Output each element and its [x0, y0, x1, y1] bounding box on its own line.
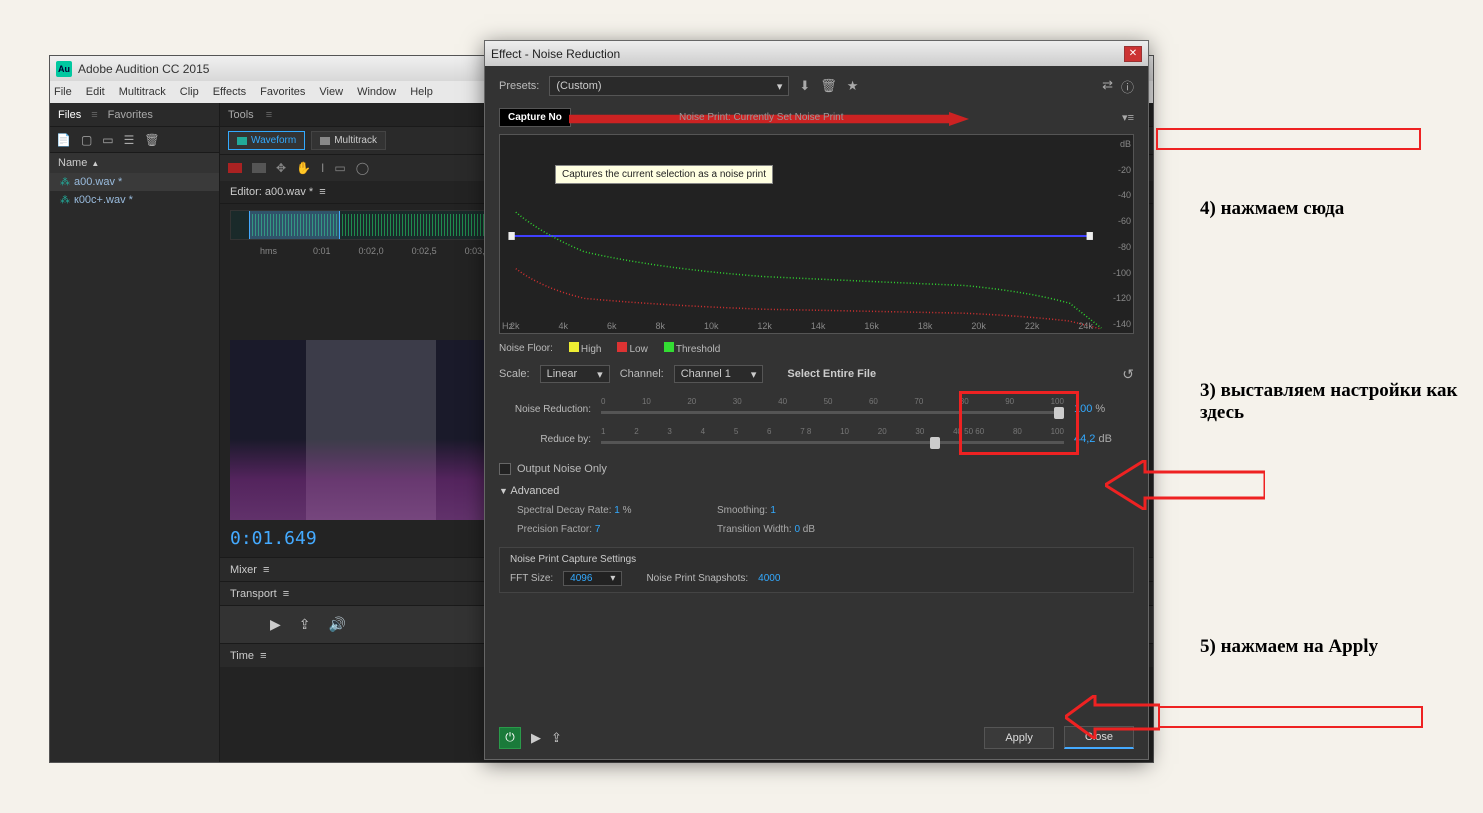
save-preset-icon[interactable]: ⬇ [799, 78, 810, 94]
menu-edit[interactable]: Edit [86, 86, 105, 98]
output-noise-only-checkbox[interactable] [499, 463, 511, 475]
hand-tool-icon[interactable]: ✋ [296, 161, 311, 175]
time-panel-label[interactable]: Time [230, 650, 254, 662]
menu-favorites[interactable]: Favorites [260, 86, 305, 98]
chevron-down-icon: ▾ [751, 368, 757, 381]
chevron-down-icon: ▾ [777, 80, 783, 93]
file-item-a00[interactable]: ⁂a00.wav * [50, 173, 219, 191]
app-title: Adobe Audition CC 2015 [78, 62, 209, 76]
presets-label: Presets: [499, 80, 539, 92]
menu-window[interactable]: Window [357, 86, 396, 98]
noise-print-status: Noise Print: Currently Set Noise Print [679, 112, 844, 123]
graph-legend: Noise Floor: High Low Threshold [499, 342, 1134, 355]
dialog-title: Effect - Noise Reduction [491, 47, 620, 61]
reduce-by-label: Reduce by: [499, 434, 591, 445]
waveform-view-button[interactable]: Waveform [228, 131, 305, 150]
tools-label: Tools [228, 109, 254, 121]
chevron-down-icon: ▾ [597, 368, 603, 381]
loop-icon[interactable]: ⇪ [551, 730, 562, 746]
app-logo: Au [56, 61, 72, 77]
spectrum-graph[interactable]: dB -20 -40 -60 -80 -100 -120 -140 Hz 2k4… [499, 134, 1134, 334]
export-icon[interactable]: ⇪ [299, 616, 311, 633]
dialog-close-button[interactable]: ✕ [1124, 46, 1142, 62]
info-icon[interactable]: ⓘ [1121, 77, 1134, 96]
output-noise-only-label: Output Noise Only [517, 463, 607, 475]
tool-icon[interactable] [228, 163, 242, 173]
dialog-footer: ⏻ ▶ ⇪ Apply Close [499, 714, 1134, 749]
capture-tooltip: Captures the current selection as a nois… [555, 165, 773, 184]
menu-help[interactable]: Help [410, 86, 433, 98]
folder-icon[interactable]: ▭ [102, 133, 113, 147]
transport-panel-label[interactable]: Transport [230, 588, 277, 600]
tab-favorites[interactable]: Favorites [108, 109, 153, 121]
play-icon[interactable]: ▶ [270, 616, 281, 633]
move-tool-icon[interactable]: ✥ [276, 161, 286, 175]
dialog-titlebar: Effect - Noise Reduction ✕ [485, 41, 1148, 66]
menu-clip[interactable]: Clip [180, 86, 199, 98]
advanced-settings: Spectral Decay Rate: 1 % Smoothing: 1 Pr… [499, 505, 1134, 535]
annotation-box-5 [1158, 706, 1423, 728]
annotation-text-4: 4) нажмаем сюда [1200, 198, 1344, 220]
time-select-icon[interactable]: I [321, 161, 324, 175]
menu-file[interactable]: File [54, 86, 72, 98]
files-toolbar: 📄 ▢ ▭ ☰ 🗑 [50, 127, 219, 153]
snapshots-value[interactable]: 4000 [758, 573, 780, 584]
marquee-icon[interactable]: ▭ [334, 161, 345, 175]
select-entire-file-button[interactable]: Select Entire File [787, 368, 876, 380]
menu-view[interactable]: View [319, 86, 343, 98]
volume-icon[interactable]: 🔊 [329, 616, 346, 633]
tab-files[interactable]: Files [58, 109, 81, 121]
annotation-arrow-5 [1065, 695, 1160, 739]
channel-label: Channel: [620, 368, 664, 380]
settings-icon[interactable]: ⇄ [1102, 77, 1113, 96]
scale-dropdown[interactable]: Linear▾ [540, 365, 610, 383]
delete-preset-icon[interactable]: 🗑 [820, 78, 837, 94]
menu-effects[interactable]: Effects [213, 86, 246, 98]
chevron-down-icon: ▾ [610, 573, 615, 584]
annotation-highlight-box [959, 391, 1079, 455]
files-panel: Files≡ Favorites 📄 ▢ ▭ ☰ 🗑 Name▲ ⁂a00.wa… [50, 103, 220, 762]
menu-multitrack[interactable]: Multitrack [119, 86, 166, 98]
graph-menu-icon[interactable]: ▾≡ [1122, 111, 1134, 124]
multitrack-view-button[interactable]: Multitrack [311, 131, 386, 150]
annotation-arrow-3 [1105, 460, 1265, 510]
lasso-icon[interactable]: ◯ [356, 161, 369, 175]
power-toggle-button[interactable]: ⏻ [499, 727, 521, 749]
annotation-text-3: 3) выставляем настройки как здесь [1200, 380, 1460, 424]
open-file-icon[interactable]: 📄 [56, 133, 71, 147]
fft-size-dropdown[interactable]: 4096▾ [563, 571, 622, 586]
waveform-icon: ⁂ [60, 195, 70, 206]
trash-icon[interactable]: 🗑 [144, 133, 159, 147]
new-file-icon[interactable]: ▢ [81, 133, 92, 147]
presets-dropdown[interactable]: (Custom)▾ [549, 76, 789, 96]
tool-icon[interactable] [252, 163, 266, 173]
file-item-k00c[interactable]: ⁂к00с+.wav * [50, 191, 219, 209]
noise-reduction-label: Noise Reduction: [499, 404, 591, 415]
noise-reduction-value[interactable]: 100 % [1074, 403, 1134, 415]
noise-reduction-dialog: Effect - Noise Reduction ✕ Presets: (Cus… [484, 40, 1149, 760]
annotation-box-4 [1156, 128, 1421, 150]
name-column-header: Name▲ [50, 153, 219, 173]
apply-button[interactable]: Apply [984, 727, 1054, 749]
preview-play-icon[interactable]: ▶ [531, 730, 541, 746]
waveform-icon: ⁂ [60, 177, 70, 188]
noise-print-capture-settings: Noise Print Capture Settings FFT Size: 4… [499, 547, 1134, 593]
reduce-by-value[interactable]: 44,2 dB [1074, 433, 1134, 445]
annotation-text-5: 5) нажмаем на Apply [1200, 636, 1378, 658]
capture-noise-print-button[interactable]: Capture No [499, 108, 571, 127]
channel-dropdown[interactable]: Channel 1▾ [674, 365, 764, 383]
advanced-section-toggle[interactable]: Advanced [499, 485, 1134, 497]
mixer-panel-label[interactable]: Mixer [230, 564, 257, 576]
reset-icon[interactable]: ↺ [1122, 366, 1134, 383]
scale-label: Scale: [499, 368, 530, 380]
favorite-icon[interactable]: ★ [847, 78, 859, 94]
list-icon[interactable]: ☰ [124, 133, 135, 147]
